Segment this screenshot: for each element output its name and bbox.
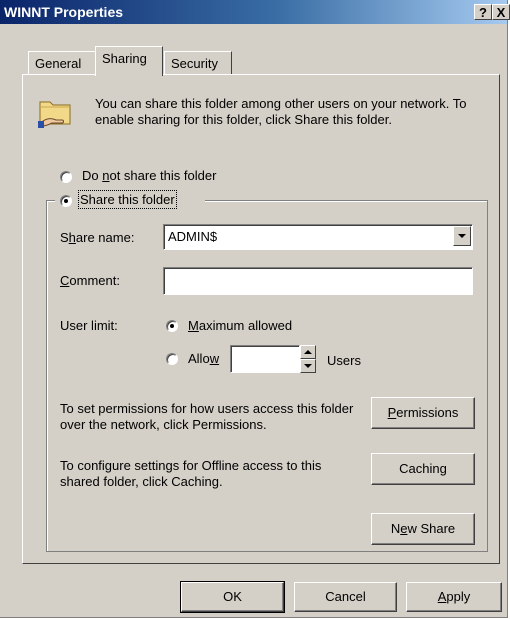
share-name-text-b: are name: [75, 230, 135, 245]
allow-mnemonic: w [209, 351, 220, 366]
share-this-folder-label[interactable]: Share this folder [78, 190, 177, 209]
caching-description: To configure settings for Offline access… [60, 458, 322, 489]
ok-button[interactable]: OK [180, 581, 285, 613]
apply-text-b: pply [446, 589, 471, 604]
permissions-text-b: ermissions [396, 405, 459, 420]
spinner-down-icon [304, 364, 312, 368]
comment-input[interactable] [163, 267, 473, 295]
help-button[interactable]: ? [474, 4, 492, 20]
tab-security-label: Security [171, 56, 218, 71]
help-icon: ? [479, 5, 487, 20]
allow-text-a: Allo [188, 351, 210, 366]
share-name-label: Share name: [60, 230, 134, 245]
cancel-label: Cancel [325, 589, 366, 604]
cancel-button[interactable]: Cancel [294, 582, 397, 612]
user-limit-label: User limit: [60, 318, 118, 333]
properties-dialog: WINNT Properties ? X General Sharing Sec… [0, 0, 510, 618]
do-not-share-label[interactable]: Do not share this folder [82, 168, 216, 183]
do-not-share-text-a: Do [82, 168, 103, 183]
share-name-select[interactable]: ADMIN$ [163, 224, 473, 250]
spinner-up-icon [304, 350, 312, 354]
maximum-allowed-label[interactable]: Maximum allowed [188, 318, 292, 333]
do-not-share-radio[interactable] [60, 171, 72, 183]
close-icon: X [496, 5, 506, 20]
permissions-button[interactable]: Permissions [371, 397, 475, 429]
allow-label[interactable]: Allow [188, 351, 219, 366]
tab-security[interactable]: Security [164, 51, 232, 75]
window-title: WINNT Properties [4, 4, 124, 20]
caching-mnemonic: g [439, 461, 447, 476]
title-bar[interactable]: WINNT Properties ? X [0, 0, 510, 24]
allow-radio[interactable] [166, 353, 178, 365]
comment-mnemonic: C [60, 273, 70, 288]
tab-general-label: General [35, 56, 82, 71]
tab-sharing[interactable]: Sharing [95, 46, 163, 76]
share-name-dropdown-button[interactable] [453, 226, 471, 246]
caching-button[interactable]: Caching [371, 453, 475, 485]
comment-label: Comment: [60, 273, 120, 288]
tab-general[interactable]: General [28, 51, 98, 75]
share-name-mnemonic: h [68, 230, 76, 245]
users-unit-label: Users [327, 353, 361, 368]
do-not-share-text-b: ot share this folder [109, 168, 217, 183]
share-name-text-a: S [60, 230, 69, 245]
new-share-text-a: N [390, 521, 401, 536]
chevron-down-icon [458, 234, 466, 238]
tab-sharing-label: Sharing [102, 51, 147, 66]
sharing-info-text: You can share this folder among other us… [95, 96, 467, 127]
permissions-description: To set permissions for how users access … [60, 401, 354, 432]
new-share-text-b: w Share [407, 521, 456, 536]
maximum-allowed-radio[interactable] [166, 320, 178, 332]
new-share-button[interactable]: New Share [371, 513, 475, 545]
apply-button[interactable]: Apply [406, 582, 502, 612]
ok-label: OK [223, 589, 242, 604]
comment-text-b: omment: [69, 273, 120, 288]
close-button[interactable]: X [492, 4, 510, 20]
spinner-down-button[interactable] [300, 359, 316, 373]
share-name-value: ADMIN$ [168, 229, 218, 244]
shared-folder-icon [38, 101, 71, 128]
maximum-mnemonic: M [188, 318, 199, 333]
maximum-text-b: aximum allowed [198, 318, 293, 333]
caching-text-a: Cachin [399, 461, 440, 476]
spinner-up-button[interactable] [300, 345, 316, 359]
permissions-mnemonic: P [387, 405, 397, 420]
share-this-folder-radio[interactable] [60, 195, 72, 207]
allow-users-spinner-input[interactable] [230, 345, 300, 373]
share-groupbox [46, 200, 488, 552]
